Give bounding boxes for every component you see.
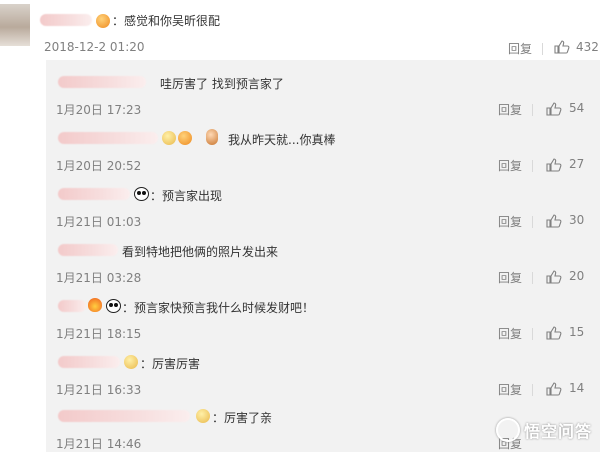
watermark-logo-icon	[495, 418, 520, 442]
like-count: 54	[569, 101, 585, 115]
reply-time: 1月21日 14:46	[56, 437, 142, 451]
like-count: 432	[576, 40, 599, 54]
reply-item: 看到特地把他俩的照片发出来 1月21日 03:28 回复 20	[46, 236, 600, 292]
reply-time: 1月21日 03:28	[56, 271, 142, 285]
fire-emoji-icon	[88, 298, 102, 312]
username-redacted[interactable]	[58, 76, 146, 88]
username-redacted[interactable]	[58, 410, 190, 422]
divider	[532, 104, 533, 116]
username-redacted[interactable]	[58, 132, 158, 144]
divider	[532, 160, 533, 172]
thumbs-up-icon[interactable]	[546, 158, 562, 172]
reply-text: 哇厉害了 找到预言家了	[160, 77, 284, 91]
reply-item: 我从昨天就...你真棒 1月20日 20:52 回复 27	[46, 124, 600, 180]
reply-item: ：预言家出现 1月21日 01:03 回复 30	[46, 180, 600, 236]
divider	[542, 43, 543, 55]
like-count: 15	[569, 325, 585, 339]
emoji-face-icon	[96, 14, 110, 28]
emoji-grin-icon	[162, 131, 176, 145]
reply-button[interactable]: 回复	[498, 381, 522, 398]
thumbs-up-icon[interactable]	[546, 326, 562, 340]
reply-item: ：厉害厉害 1月21日 16:33 回复 14	[46, 348, 600, 404]
emoji-grin-icon	[196, 409, 210, 423]
reply-button[interactable]: 回复	[498, 325, 522, 342]
divider	[532, 216, 533, 228]
thumbs-up-icon[interactable]	[546, 382, 562, 396]
watermark: 悟空问答	[495, 418, 592, 442]
reply-text: 我从昨天就...你真棒	[228, 133, 336, 147]
thumbs-up-icon[interactable]	[546, 102, 562, 116]
like-count: 20	[569, 269, 585, 283]
reply-button[interactable]: 回复	[498, 269, 522, 286]
username-redacted[interactable]	[40, 14, 92, 26]
username-redacted[interactable]	[58, 188, 130, 200]
reply-time: 1月21日 18:15	[56, 327, 142, 341]
avatar[interactable]	[0, 4, 30, 46]
thumbs-up-icon[interactable]	[554, 40, 570, 54]
replies-panel: 哇厉害了 找到预言家了 1月20日 17:23 回复 54 我从昨天就...你真…	[46, 60, 600, 452]
username-redacted[interactable]	[58, 300, 86, 312]
reply-text: 看到特地把他俩的照片发出来	[122, 245, 279, 259]
username-redacted[interactable]	[58, 356, 120, 368]
comment-text: ：感觉和你吴昕很配	[112, 14, 221, 28]
divider	[532, 272, 533, 284]
reply-button[interactable]: 回复	[498, 101, 522, 118]
watermark-text: 悟空问答	[523, 422, 592, 441]
like-count: 14	[569, 381, 585, 395]
reply-text: ：厉害厉害	[140, 357, 201, 371]
panda-emoji-icon	[106, 299, 121, 313]
reply-time: 1月21日 01:03	[56, 215, 142, 229]
emoji-face-icon	[178, 131, 192, 145]
thumbs-up-icon[interactable]	[546, 270, 562, 284]
like-count: 30	[569, 213, 585, 227]
username-redacted[interactable]	[58, 244, 118, 256]
reply-text: ：预言家出现	[150, 189, 223, 203]
reply-button[interactable]: 回复	[498, 157, 522, 174]
top-comment: ：感觉和你吴昕很配 2018-12-2 01:20 回复 432	[0, 0, 600, 60]
reply-time: 1月21日 16:33	[56, 383, 142, 397]
divider	[532, 328, 533, 340]
reply-item: 哇厉害了 找到预言家了 1月20日 17:23 回复 54	[46, 68, 600, 124]
thumbs-up-icon[interactable]	[546, 214, 562, 228]
emoji-grin-icon	[124, 355, 138, 369]
reply-time: 1月20日 20:52	[56, 159, 142, 173]
reply-text: ：预言家快预言我什么时候发财吧！	[122, 301, 315, 315]
reply-item: ：预言家快预言我什么时候发财吧！ 1月21日 18:15 回复 15	[46, 292, 600, 348]
reply-time: 1月20日 17:23	[56, 103, 142, 117]
reply-button[interactable]: 回复	[498, 213, 522, 230]
like-count: 27	[569, 157, 585, 171]
reply-text: ：厉害了亲	[212, 411, 273, 425]
reply-button[interactable]: 回复	[508, 40, 532, 57]
emoji-face-icon	[206, 129, 218, 145]
comment-time: 2018-12-2 01:20	[44, 40, 145, 54]
panda-emoji-icon	[134, 187, 149, 201]
divider	[532, 384, 533, 396]
